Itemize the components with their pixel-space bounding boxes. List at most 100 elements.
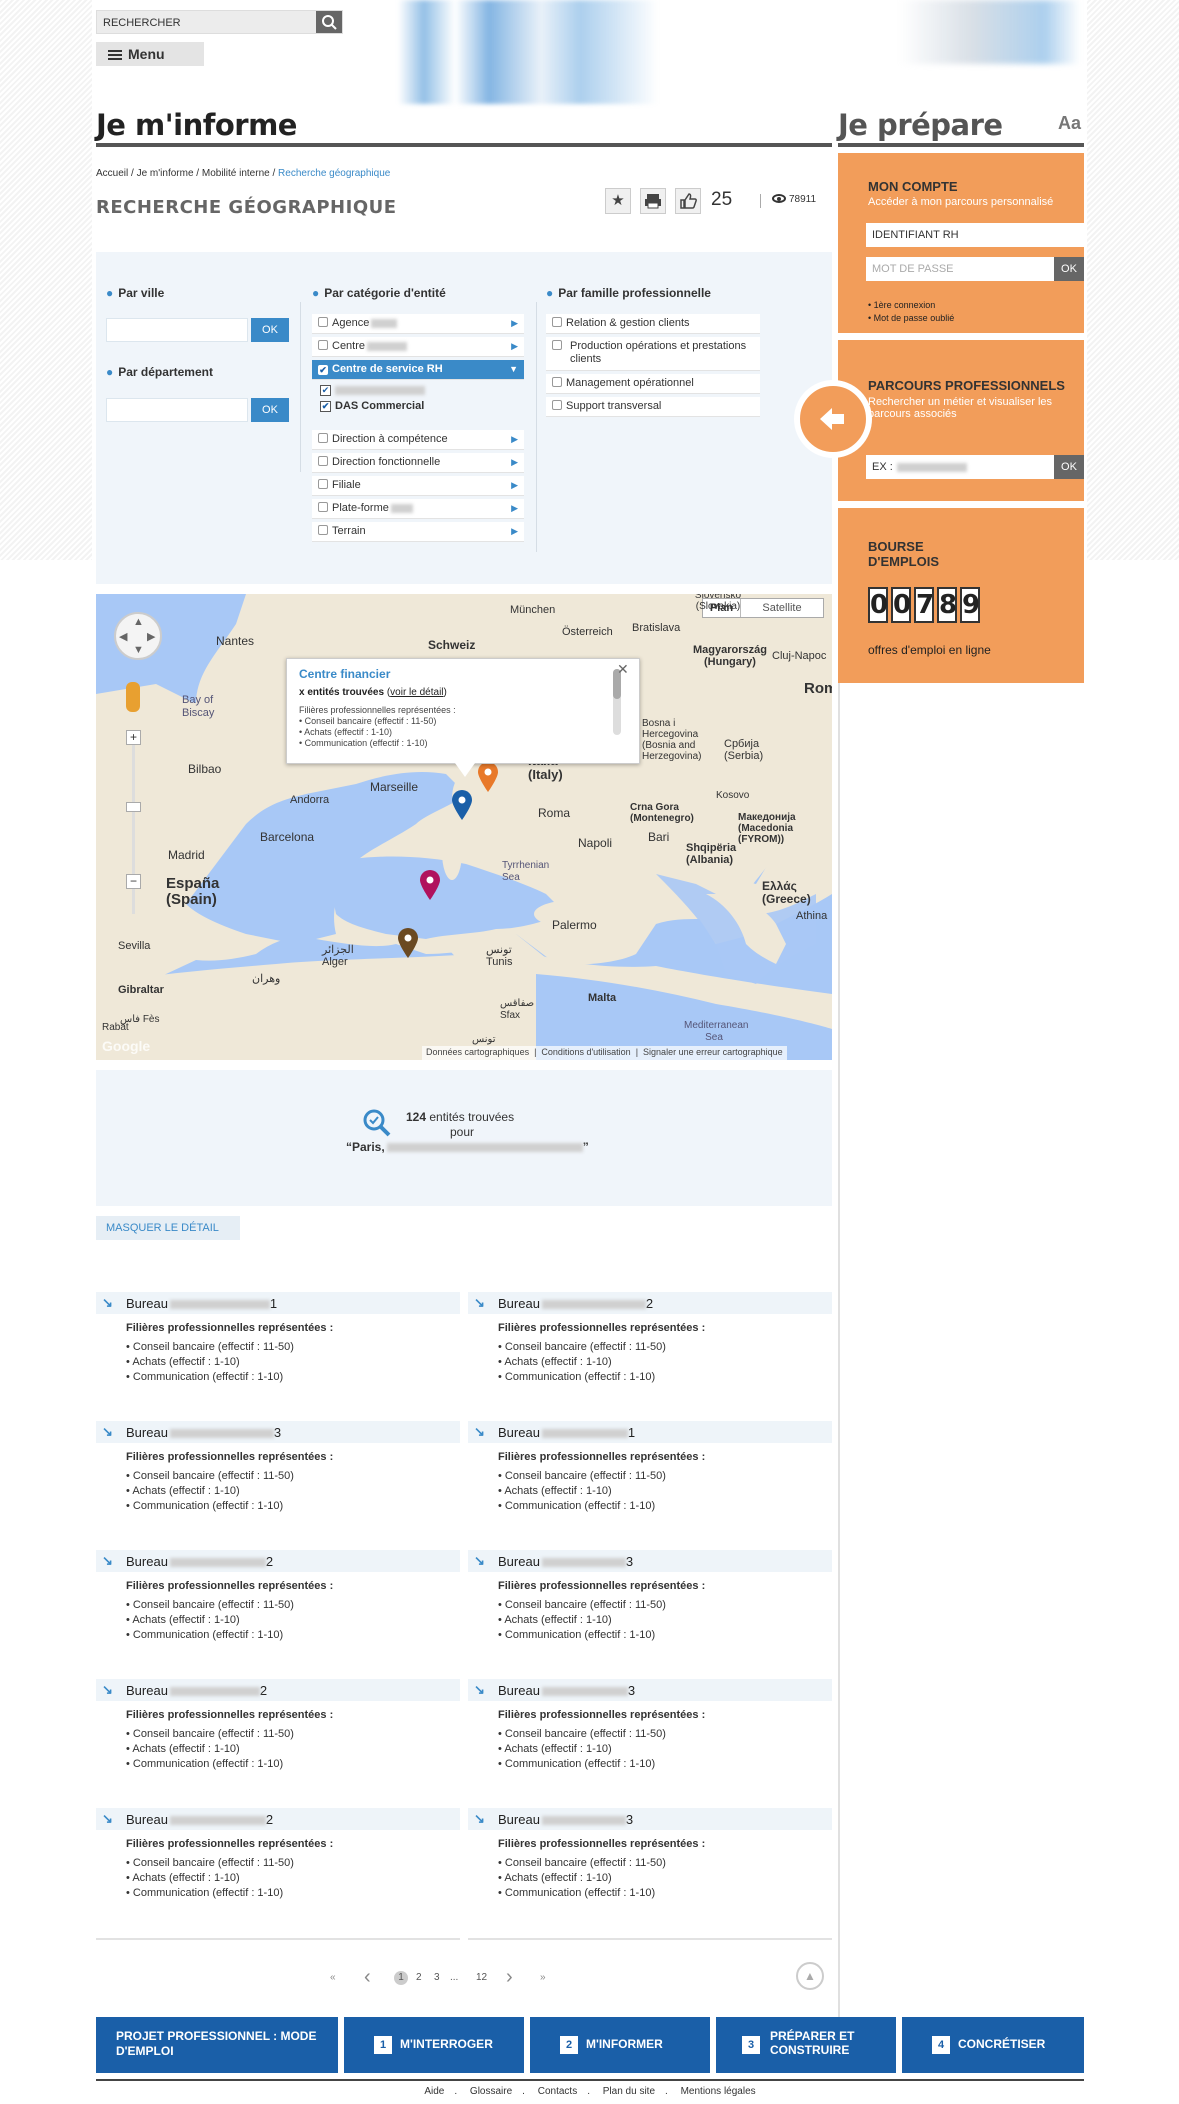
glossary-link[interactable]: Glossaire: [470, 2086, 512, 2097]
first-login-link[interactable]: • 1ère connexion: [868, 299, 954, 312]
prev-page-button[interactable]: ‹: [364, 1966, 371, 1989]
department-ok-button[interactable]: OK: [251, 398, 289, 422]
zoom-slider-handle[interactable]: [126, 802, 141, 812]
footer-project-button[interactable]: PROJET PROFESSIONNEL : MODE D'EMPLOI: [96, 2017, 338, 2073]
close-icon[interactable]: ✕: [617, 661, 629, 678]
footer-step-1[interactable]: 1 M'INTERROGER: [344, 2017, 524, 2073]
checkbox[interactable]: [552, 317, 562, 327]
map-pin-blue[interactable]: [452, 790, 472, 820]
print-button[interactable]: [640, 188, 666, 214]
category-centre-service-rh[interactable]: ✔ Centre de service RH ▼: [312, 360, 524, 380]
checkbox[interactable]: [318, 456, 328, 466]
checkbox-checked[interactable]: ✔: [320, 401, 331, 412]
next-page-button[interactable]: ›: [506, 1966, 513, 1989]
last-page-button[interactable]: »: [540, 1972, 546, 1983]
checkbox[interactable]: [318, 340, 328, 350]
checkbox[interactable]: [318, 525, 328, 535]
popup-scrollbar[interactable]: [613, 669, 621, 735]
legal-link[interactable]: Mentions légales: [681, 2086, 756, 2097]
family-relation-clients[interactable]: Relation & gestion clients: [546, 314, 760, 334]
checkbox[interactable]: [318, 502, 328, 512]
family-management[interactable]: Management opérationnel: [546, 374, 760, 394]
font-size-button[interactable]: Aa: [1058, 113, 1081, 134]
subcategory-1[interactable]: ✔: [320, 384, 425, 396]
category-plate-forme[interactable]: Plate-forme ▶: [312, 499, 524, 519]
password-input[interactable]: MOT DE PASSE: [866, 257, 1054, 281]
page-2[interactable]: 2: [416, 1972, 422, 1983]
checkbox[interactable]: [552, 377, 562, 387]
category-filiale[interactable]: Filiale ▶: [312, 476, 524, 496]
menu-button[interactable]: Menu: [96, 42, 204, 66]
category-direction-competence[interactable]: Direction à compétence ▶: [312, 430, 524, 450]
family-production[interactable]: Production opérations et prestations cli…: [546, 337, 760, 371]
checkbox[interactable]: [552, 400, 562, 410]
map-pin-magenta[interactable]: [420, 870, 440, 900]
page-12[interactable]: 12: [476, 1972, 487, 1983]
report-error-link[interactable]: Signaler une erreur cartographique: [643, 1047, 783, 1057]
favorite-button[interactable]: ★: [605, 188, 631, 214]
result-item-header[interactable]: ↘ Bureau 2: [468, 1292, 832, 1314]
footer-step-2[interactable]: 2 M'INFORMER: [530, 2017, 710, 2073]
checkbox-checked[interactable]: ✔: [320, 385, 331, 396]
jobs-subtitle[interactable]: offres d'emploi en ligne: [868, 643, 991, 657]
map-data-link[interactable]: Données cartographiques: [426, 1047, 529, 1057]
result-item-header[interactable]: ↘ Bureau 1: [96, 1292, 460, 1314]
result-item-header[interactable]: ↘ Bureau 3: [468, 1808, 832, 1830]
result-item-header[interactable]: ↘ Bureau 3: [96, 1421, 460, 1443]
terms-link[interactable]: Conditions d'utilisation: [541, 1047, 630, 1057]
popup-detail-link[interactable]: voir le détail: [390, 687, 443, 698]
category-centre[interactable]: Centre ▶: [312, 337, 524, 357]
breadcrumb-home[interactable]: Accueil: [96, 168, 128, 179]
checkbox[interactable]: [318, 433, 328, 443]
zoom-in-button[interactable]: +: [126, 730, 141, 745]
login-ok-button[interactable]: OK: [1054, 257, 1084, 281]
search-button[interactable]: [316, 11, 342, 33]
category-terrain[interactable]: Terrain ▶: [312, 522, 524, 542]
city-input[interactable]: [106, 318, 248, 342]
city-ok-button[interactable]: OK: [251, 318, 289, 342]
result-item-header[interactable]: ↘ Bureau 2: [96, 1679, 460, 1701]
pan-left-icon[interactable]: ◀: [119, 630, 127, 643]
search-field[interactable]: RECHERCHER: [96, 10, 343, 34]
sidebar-toggle-button[interactable]: [794, 380, 872, 458]
job-search-input[interactable]: EX :: [866, 455, 1054, 479]
result-item-header[interactable]: ↘ Bureau 3: [468, 1550, 832, 1572]
checkbox[interactable]: [552, 340, 562, 350]
family-support[interactable]: Support transversal: [546, 397, 760, 417]
pan-up-icon[interactable]: ▲: [133, 616, 144, 628]
result-item-header[interactable]: ↘ Bureau 2: [96, 1808, 460, 1830]
result-item-header[interactable]: ↘ Bureau 3: [468, 1679, 832, 1701]
map-pin-brown[interactable]: [398, 928, 418, 958]
back-to-top-button[interactable]: ▲: [796, 1962, 824, 1990]
job-search-ok-button[interactable]: OK: [1054, 455, 1084, 479]
map[interactable]: Plan Satellite ▲ ▼ ◀ ▶ + − München Öster…: [96, 594, 832, 1060]
zoom-out-button[interactable]: −: [126, 874, 141, 889]
hide-detail-button[interactable]: MASQUER LE DÉTAIL: [96, 1216, 240, 1240]
checkbox[interactable]: [318, 479, 328, 489]
breadcrumb-inform[interactable]: Je m'informe: [137, 168, 194, 179]
checkbox-checked[interactable]: ✔: [318, 365, 328, 375]
checkbox[interactable]: [318, 317, 328, 327]
department-input[interactable]: [106, 398, 248, 422]
sitemap-link[interactable]: Plan du site: [603, 2086, 655, 2097]
map-pin-orange[interactable]: [478, 762, 498, 792]
result-item-header[interactable]: ↘ Bureau 1: [468, 1421, 832, 1443]
page-1[interactable]: 1: [394, 1971, 408, 1985]
map-type-satellite[interactable]: Satellite: [741, 599, 823, 617]
contacts-link[interactable]: Contacts: [538, 2086, 577, 2097]
footer-step-3[interactable]: 3 PRÉPARER ET CONSTRUIRE: [716, 2017, 896, 2073]
hr-id-input[interactable]: IDENTIFIANT RH: [866, 223, 1084, 247]
pan-down-icon[interactable]: ▼: [133, 644, 144, 656]
map-pan-control[interactable]: ▲ ▼ ◀ ▶: [114, 612, 162, 660]
category-direction-fonctionnelle[interactable]: Direction fonctionnelle ▶: [312, 453, 524, 473]
breadcrumb-mobility[interactable]: Mobilité interne: [202, 168, 270, 179]
like-button[interactable]: [675, 188, 701, 214]
first-page-button[interactable]: «: [330, 1972, 336, 1983]
footer-step-4[interactable]: 4 CONCRÉTISER: [902, 2017, 1084, 2073]
forgot-password-link[interactable]: • Mot de passe oublié: [868, 312, 954, 325]
page-3[interactable]: 3: [434, 1972, 440, 1983]
subcategory-das-commercial[interactable]: ✔ DAS Commercial: [320, 400, 424, 412]
street-view-pegman-icon[interactable]: [126, 682, 140, 712]
help-link[interactable]: Aide: [424, 2086, 444, 2097]
result-item-header[interactable]: ↘ Bureau 2: [96, 1550, 460, 1572]
